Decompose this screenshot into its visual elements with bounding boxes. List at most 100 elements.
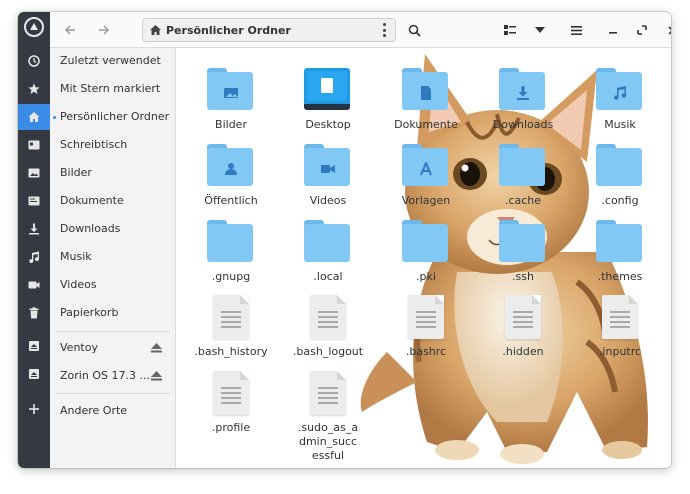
close-button[interactable] <box>660 18 671 42</box>
file-label: .sudo_as_admin_successful <box>297 421 359 462</box>
sidebar-item-label: Ventoy <box>60 341 98 354</box>
sidebar-item-label: Dokumente <box>60 194 124 207</box>
file-item[interactable]: .ssh <box>478 220 568 284</box>
music-icon[interactable] <box>18 244 50 270</box>
file-item[interactable]: Dokumente <box>381 68 471 132</box>
maximize-icon <box>637 25 647 35</box>
eject-icon[interactable] <box>151 343 162 353</box>
folder-icon <box>596 220 644 264</box>
sidebar-item-pictures[interactable]: Bilder <box>50 160 176 186</box>
file-item[interactable]: .bashrc <box>381 295 471 359</box>
view-toggle-button[interactable] <box>498 18 522 42</box>
path-bar[interactable]: Persönlicher Ordner <box>142 18 396 42</box>
file-label: .bashrc <box>405 345 447 358</box>
forward-button[interactable] <box>92 18 116 42</box>
sidebar-item-music[interactable]: Musik <box>50 244 176 270</box>
file-item[interactable]: Videos <box>283 144 373 208</box>
folder-icon <box>304 144 352 188</box>
clock-icon[interactable] <box>18 48 50 74</box>
sidebar-item-ventoy[interactable]: Ventoy <box>50 335 176 361</box>
file-label: .local <box>313 270 343 283</box>
sidebar-item-home[interactable]: Persönlicher Ordner <box>50 104 176 130</box>
file-label: .config <box>601 194 639 207</box>
image-icon[interactable] <box>18 160 50 186</box>
sidebar-item-recent[interactable]: Zuletzt verwendet <box>50 48 176 74</box>
file-item[interactable]: Downloads <box>478 68 568 132</box>
minimize-button[interactable] <box>601 18 625 42</box>
sidebar-item-label: Videos <box>60 278 97 291</box>
maximize-button[interactable] <box>630 18 654 42</box>
sidebar-divider <box>56 393 170 394</box>
star-icon[interactable] <box>18 76 50 102</box>
file-label: Bilder <box>215 118 247 131</box>
eject-icon[interactable] <box>151 371 162 381</box>
menu-button[interactable] <box>564 18 588 42</box>
file-item[interactable]: .local <box>283 220 373 284</box>
file-item[interactable]: .sudo_as_admin_successful <box>283 371 373 463</box>
file-item[interactable]: Musik <box>575 68 665 132</box>
file-item[interactable]: .bash_history <box>186 295 276 359</box>
file-label: .ssh <box>512 270 534 283</box>
folder-icon <box>402 68 450 112</box>
sidebar-item-label: Zorin OS 17.3 ... <box>60 369 150 382</box>
trash-icon[interactable] <box>18 300 50 326</box>
document-icon <box>421 86 431 100</box>
file-item[interactable]: .pki <box>381 220 471 284</box>
path-menu-icon[interactable] <box>383 23 387 37</box>
folder-icon <box>402 220 450 264</box>
back-button[interactable] <box>58 18 82 42</box>
sidebar-item-documents[interactable]: Dokumente <box>50 188 176 214</box>
home-icon[interactable] <box>18 104 50 130</box>
file-item[interactable]: .themes <box>575 220 665 284</box>
file-item[interactable]: .config <box>575 144 665 208</box>
sidebar-item-label: Musik <box>60 250 92 263</box>
drive-icon[interactable] <box>18 333 50 359</box>
folder-icon <box>499 220 547 264</box>
folder-icon <box>499 144 547 188</box>
file-item[interactable]: .bash_logout <box>283 295 373 359</box>
file-item[interactable]: .hidden <box>478 295 568 359</box>
view-options-button[interactable] <box>528 18 552 42</box>
file-item[interactable]: Desktop <box>283 68 373 132</box>
desktop-icon[interactable] <box>18 132 50 158</box>
close-icon <box>667 25 671 35</box>
file-item[interactable]: .profile <box>186 371 276 435</box>
search-button[interactable] <box>402 18 426 42</box>
sidebar-item-downloads[interactable]: Downloads <box>50 216 176 242</box>
folder-icon <box>207 220 255 264</box>
folder-icon <box>499 68 547 112</box>
zorin-logo-icon[interactable] <box>24 17 44 37</box>
file-label: Vorlagen <box>401 194 451 207</box>
folder-icon <box>207 68 255 112</box>
sidebar-item-label: Schreibtisch <box>60 138 128 151</box>
sidebar-item-desktop[interactable]: Schreibtisch <box>50 132 176 158</box>
drive-icon[interactable] <box>18 361 50 387</box>
file-item[interactable]: .cache <box>478 144 568 208</box>
sidebar-item-videos[interactable]: Videos <box>50 272 176 298</box>
active-indicator <box>53 116 56 119</box>
file-item[interactable]: Öffentlich <box>186 144 276 208</box>
file-item[interactable]: Vorlagen <box>381 144 471 208</box>
file-label: .hidden <box>502 345 544 358</box>
sidebar-item-zorin-os[interactable]: Zorin OS 17.3 ... <box>50 363 176 389</box>
list-view-icon <box>504 25 516 35</box>
sidebar-item-trash[interactable]: Papierkorb <box>50 300 176 326</box>
file-item[interactable]: .gnupg <box>186 220 276 284</box>
file-item[interactable]: Bilder <box>186 68 276 132</box>
document-icon[interactable] <box>18 188 50 214</box>
video-icon <box>321 165 335 173</box>
video-icon[interactable] <box>18 272 50 298</box>
text-file-icon <box>207 295 255 339</box>
download-icon[interactable] <box>18 216 50 242</box>
folder-icon <box>207 144 255 188</box>
music-icon <box>614 86 627 100</box>
sidebar-item-other-locations[interactable]: Andere Orte <box>50 398 176 424</box>
folder-icon <box>304 220 352 264</box>
sidebar-item-label: Persönlicher Ordner <box>60 110 170 123</box>
chevron-down-icon <box>535 27 545 33</box>
sidebar-item-starred[interactable]: Mit Stern markiert <box>50 76 176 102</box>
text-file-icon <box>402 295 450 339</box>
plus-icon[interactable] <box>18 396 50 422</box>
sidebar: Zuletzt verwendet Mit Stern markiert Per… <box>50 48 176 468</box>
file-item[interactable]: .inputrc <box>575 295 665 359</box>
